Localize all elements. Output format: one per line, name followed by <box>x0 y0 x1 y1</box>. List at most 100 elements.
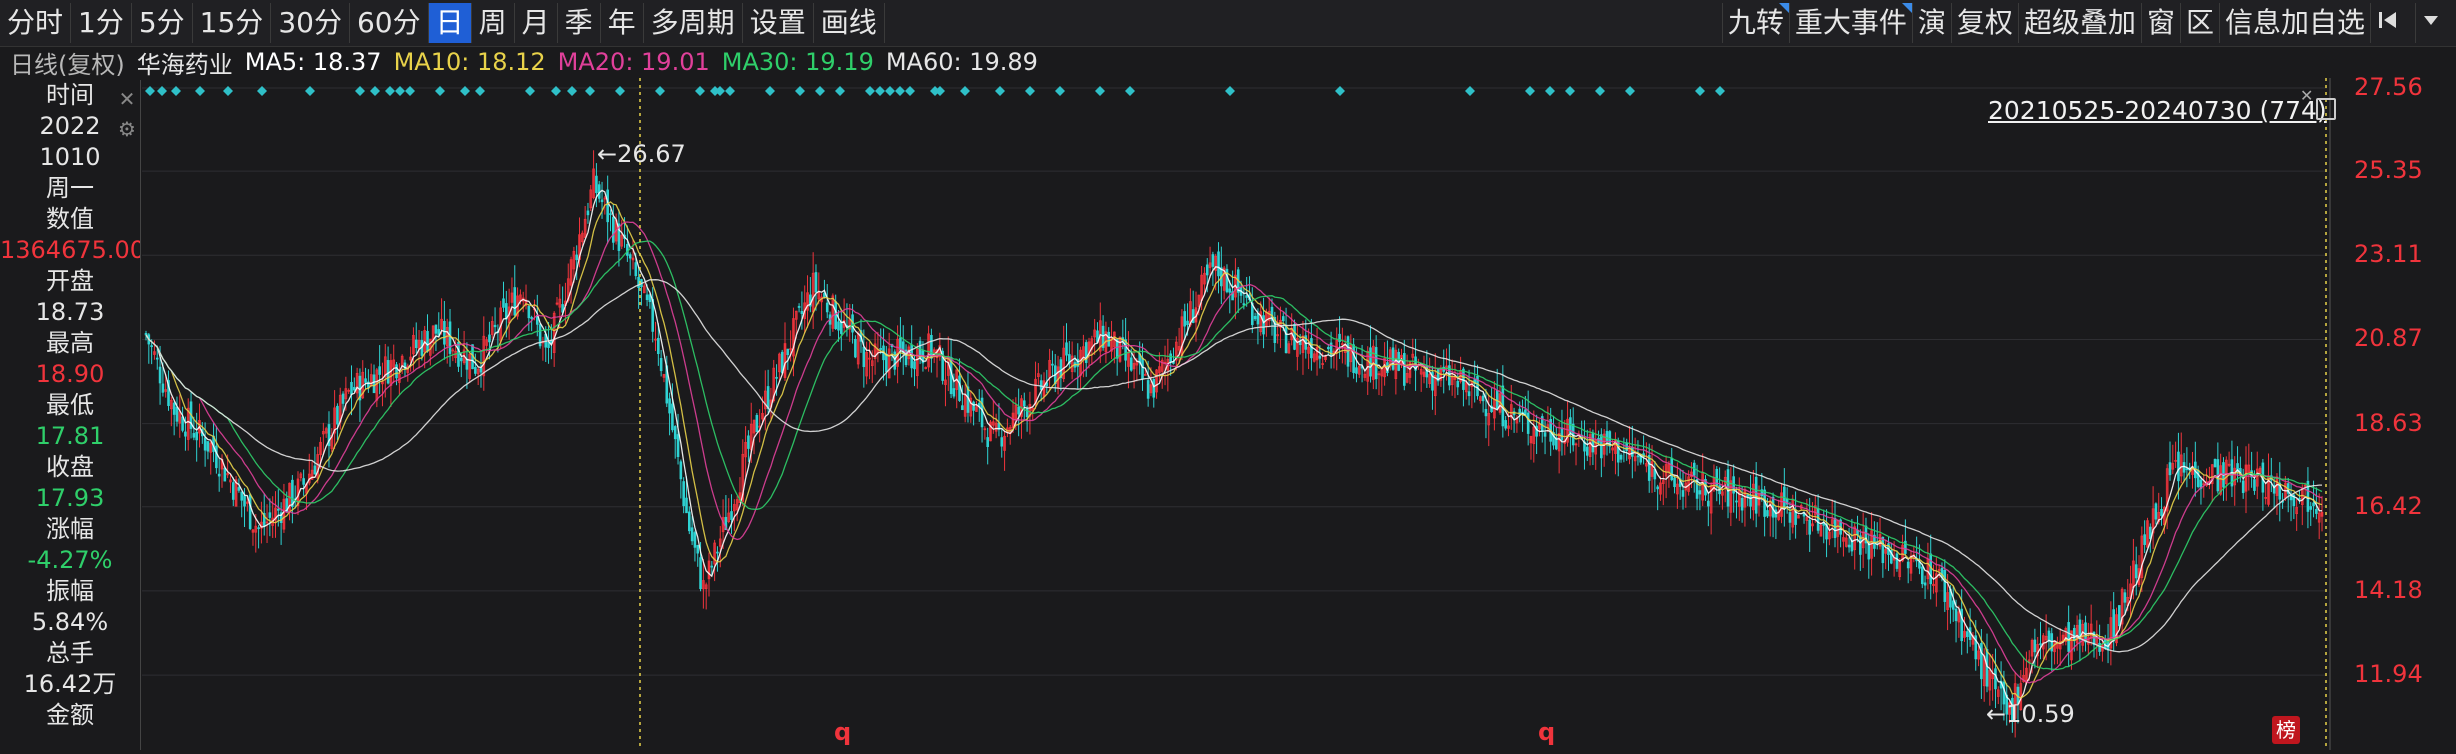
candle-body <box>414 339 418 349</box>
candle-body <box>2309 506 2313 510</box>
tool-button[interactable]: 信息加自选 <box>2218 3 2370 43</box>
candle-body <box>609 213 612 216</box>
weekday-value: 周一 <box>46 174 94 202</box>
candle-body <box>885 353 888 373</box>
candle-body <box>1186 320 1189 326</box>
candle-body <box>2298 498 2301 500</box>
candle-body <box>243 495 246 507</box>
candle-body <box>730 511 733 520</box>
tool-button[interactable]: 窗 <box>2140 3 2180 43</box>
candle-body <box>1788 512 1792 523</box>
candle-body <box>699 557 702 590</box>
period-button[interactable]: 1分 <box>71 3 132 43</box>
candle-body <box>2123 592 2127 603</box>
candle-body <box>459 357 463 362</box>
ma10-line <box>145 201 2323 699</box>
ma20-line <box>145 221 2323 684</box>
period-button[interactable]: 画线 <box>814 3 885 43</box>
period-button[interactable]: 月 <box>515 3 558 43</box>
candle-body <box>1217 251 1220 277</box>
candle-body <box>184 431 187 437</box>
date-range-label[interactable]: 20210525-20240730 (774) <box>1988 96 2327 125</box>
candle-body <box>237 487 241 491</box>
price-tick-label: 25.35 <box>2354 156 2423 185</box>
candle-body <box>1698 490 1702 495</box>
low-label: 最低 <box>46 391 94 419</box>
period-button[interactable]: 周 <box>472 3 515 43</box>
candle-body <box>679 461 683 480</box>
info-panel: ✕ ⚙ 时间 2022 1010 周一 数值 1364675.00 开盘 18.… <box>0 80 141 750</box>
value-value: 1364675.00 <box>0 236 140 264</box>
kline-chart[interactable] <box>142 78 2332 750</box>
candle-body <box>206 441 210 452</box>
open-label: 开盘 <box>46 267 94 295</box>
candle-body <box>240 491 244 501</box>
ma60-label: MA60: 19.89 <box>885 48 1038 76</box>
candle-body <box>378 366 381 375</box>
price-tick-label: 16.42 <box>2354 491 2423 520</box>
candle-body <box>195 431 198 441</box>
candle-body <box>1740 497 1744 511</box>
candle-body <box>716 551 719 554</box>
dropdown-icon[interactable] <box>2415 3 2456 43</box>
collapse-left-icon[interactable] <box>2370 3 2415 43</box>
change-value: -4.27% <box>27 546 113 574</box>
period-button[interactable]: 多周期 <box>644 3 743 43</box>
period-button[interactable]: 日 <box>428 3 472 43</box>
candle-body <box>986 437 989 447</box>
tool-buttons: 九转 重大事件演复权 超级叠加窗区信息加自选 <box>1721 0 2456 46</box>
amplitude-value: 5.84% <box>31 608 109 636</box>
candle-body <box>626 243 629 256</box>
candle-body <box>1670 457 1674 481</box>
candle-body <box>2160 508 2163 516</box>
candle-body <box>1481 395 1485 402</box>
candle-body <box>2112 609 2115 642</box>
candle-body <box>2067 622 2070 652</box>
tool-button[interactable]: 演 <box>1911 3 1951 43</box>
period-button[interactable]: 年 <box>601 3 644 43</box>
candle-body <box>1051 363 1054 366</box>
candle-body <box>634 262 638 277</box>
tool-button[interactable]: 区 <box>2179 3 2219 43</box>
gear-icon[interactable]: ⚙ <box>116 114 138 144</box>
change-label: 涨幅 <box>46 515 94 543</box>
tool-button[interactable]: 重大事件 <box>1788 3 1912 43</box>
candle-body <box>1847 544 1851 548</box>
rank-badge[interactable]: 榜 <box>2272 716 2300 744</box>
period-button[interactable]: 15分 <box>193 3 272 43</box>
tool-button[interactable]: 九转 <box>1721 3 1789 43</box>
tool-button[interactable]: 超级叠加 <box>2017 3 2141 43</box>
period-button[interactable]: 季 <box>558 3 601 43</box>
candle-body <box>2154 503 2158 520</box>
candle-body <box>1726 469 1730 507</box>
value-label: 数值 <box>46 205 94 233</box>
candle-body <box>786 348 790 355</box>
period-button[interactable]: 设置 <box>743 3 814 43</box>
candle-body <box>1169 353 1172 363</box>
period-button[interactable]: 60分 <box>350 3 429 43</box>
close-icon[interactable]: ✕ <box>116 84 138 114</box>
candle-body <box>814 272 818 293</box>
high-value: 18.90 <box>35 360 105 388</box>
period-button[interactable]: 30分 <box>271 3 350 43</box>
lock-icon[interactable] <box>2316 98 2336 120</box>
candle-body <box>1242 303 1246 306</box>
candle-body <box>1951 600 1955 610</box>
ma20-label: MA20: 19.01 <box>557 48 710 76</box>
period-button[interactable]: 5分 <box>132 3 193 43</box>
range-close-icon[interactable]: ✕ <box>2300 86 2313 105</box>
candle-body <box>2315 508 2318 514</box>
price-tick-label: 20.87 <box>2354 324 2423 353</box>
candle-body <box>277 508 280 511</box>
candle-body <box>1281 316 1285 322</box>
candle-body <box>364 378 367 383</box>
candle-body <box>150 345 153 348</box>
tool-button[interactable]: 复权 <box>1950 3 2018 43</box>
ma60-line <box>145 279 2322 653</box>
candle-body <box>958 375 961 401</box>
period-button[interactable]: 分时 <box>0 3 72 43</box>
candle-body <box>1256 313 1260 325</box>
candle-body <box>879 348 883 350</box>
candle-body <box>161 383 165 393</box>
candle-body <box>2033 639 2037 653</box>
